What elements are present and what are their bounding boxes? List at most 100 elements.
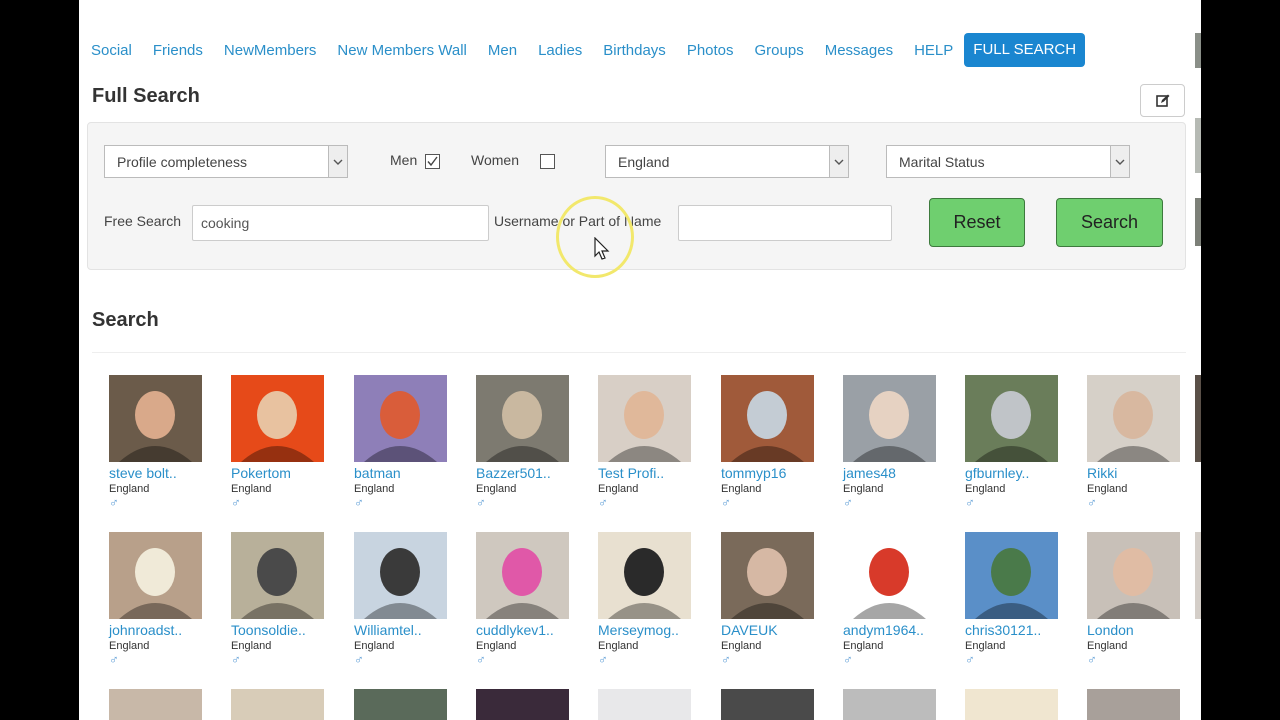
member-photo[interactable] xyxy=(231,532,324,619)
member-location: England xyxy=(476,483,517,495)
member-username-link[interactable]: batman xyxy=(354,465,464,481)
men-label: Men xyxy=(390,152,418,168)
member-username-link[interactable]: Pokertom xyxy=(231,465,341,481)
member-card: batman England ♂ xyxy=(354,375,464,525)
member-photo[interactable] xyxy=(109,532,202,619)
member-photo[interactable] xyxy=(721,532,814,619)
member-photo[interactable] xyxy=(1087,375,1180,462)
member-photo[interactable] xyxy=(965,689,1058,720)
nav-full-search[interactable]: FULL SEARCH xyxy=(964,33,1086,67)
men-checkbox[interactable] xyxy=(425,154,440,169)
member-photo[interactable] xyxy=(476,375,569,462)
member-photo[interactable] xyxy=(721,375,814,462)
nav-friends[interactable]: Friends xyxy=(153,42,203,59)
member-username-link[interactable]: johnroadst.. xyxy=(109,622,219,638)
divider xyxy=(92,352,1186,353)
member-card: james48 England ♂ xyxy=(843,375,953,525)
member-photo[interactable] xyxy=(1087,689,1180,720)
nav-groups[interactable]: Groups xyxy=(755,42,804,59)
member-username-link[interactable]: andym1964.. xyxy=(843,622,953,638)
member-photo[interactable] xyxy=(843,689,936,720)
free-search-input[interactable]: cooking xyxy=(192,205,489,241)
member-card: cuddlykev1.. England ♂ xyxy=(476,532,586,682)
search-button[interactable]: Search xyxy=(1056,198,1163,247)
member-card: chris30121.. England ♂ xyxy=(965,532,1075,682)
mouse-pointer-icon xyxy=(594,237,610,260)
nav-men[interactable]: Men xyxy=(488,42,517,59)
member-username-link[interactable]: Williamtel.. xyxy=(354,622,464,638)
member-username-link[interactable]: London xyxy=(1087,622,1197,638)
member-photo[interactable] xyxy=(965,375,1058,462)
member-username-link[interactable]: Test Profi.. xyxy=(598,465,708,481)
member-card: tommyp16 England ♂ xyxy=(721,375,831,525)
search-filter-panel: Profile completeness Men Women England M… xyxy=(87,122,1186,270)
nav-photos[interactable]: Photos xyxy=(687,42,734,59)
member-photo[interactable] xyxy=(476,532,569,619)
nav-new-members-wall[interactable]: New Members Wall xyxy=(337,42,466,59)
member-photo[interactable] xyxy=(598,375,691,462)
member-username-link[interactable]: Merseymog.. xyxy=(598,622,708,638)
edit-button[interactable] xyxy=(1140,84,1185,117)
nav-social[interactable]: Social xyxy=(91,42,132,59)
nav-help[interactable]: HELP xyxy=(914,42,953,59)
member-photo[interactable] xyxy=(354,532,447,619)
member-username-link[interactable]: steve bolt.. xyxy=(109,465,219,481)
member-location: England xyxy=(843,640,884,652)
male-symbol-icon: ♂ xyxy=(109,652,119,667)
nav-ladies[interactable]: Ladies xyxy=(538,42,582,59)
free-search-value: cooking xyxy=(201,215,250,231)
member-photo[interactable] xyxy=(231,375,324,462)
profile-completeness-select[interactable]: Profile completeness xyxy=(104,145,348,178)
male-symbol-icon: ♂ xyxy=(843,652,853,667)
member-location: England xyxy=(354,640,395,652)
country-value: England xyxy=(618,153,670,170)
member-photo[interactable] xyxy=(109,689,202,720)
reset-button[interactable]: Reset xyxy=(929,198,1025,247)
member-username-link[interactable]: Rikki xyxy=(1087,465,1197,481)
member-photo[interactable] xyxy=(965,532,1058,619)
member-username-link[interactable]: gfburnley.. xyxy=(965,465,1075,481)
member-username-link[interactable]: cuddlykev1.. xyxy=(476,622,586,638)
member-photo[interactable] xyxy=(598,689,691,720)
male-symbol-icon: ♂ xyxy=(231,652,241,667)
username-input[interactable] xyxy=(678,205,892,241)
male-symbol-icon: ♂ xyxy=(721,495,731,510)
member-photo[interactable] xyxy=(476,689,569,720)
member-photo[interactable] xyxy=(109,375,202,462)
member-location: England xyxy=(598,483,639,495)
member-photo[interactable] xyxy=(354,375,447,462)
member-location: England xyxy=(721,640,762,652)
member-photo[interactable] xyxy=(231,689,324,720)
nav-newmembers[interactable]: NewMembers xyxy=(224,42,317,59)
member-username-link[interactable]: chris30121.. xyxy=(965,622,1075,638)
country-select[interactable]: England xyxy=(605,145,849,178)
marital-status-select[interactable]: Marital Status xyxy=(886,145,1130,178)
checkmark-icon xyxy=(427,156,438,167)
member-photo[interactable] xyxy=(1087,532,1180,619)
member-username-link[interactable]: james48 xyxy=(843,465,953,481)
male-symbol-icon: ♂ xyxy=(354,652,364,667)
member-username-link[interactable]: tommyp16 xyxy=(721,465,831,481)
member-location: England xyxy=(965,483,1006,495)
member-photo[interactable] xyxy=(843,375,936,462)
member-username-link[interactable]: Toonsoldie.. xyxy=(231,622,341,638)
main-nav: Social Friends NewMembers New Members Wall M… xyxy=(91,33,1106,67)
chevron-down-icon xyxy=(829,146,848,177)
side-thumbnail xyxy=(1195,532,1201,619)
male-symbol-icon: ♂ xyxy=(1087,652,1097,667)
male-symbol-icon: ♂ xyxy=(721,652,731,667)
nav-birthdays[interactable]: Birthdays xyxy=(603,42,666,59)
member-card: Test Profi.. England ♂ xyxy=(598,375,708,525)
member-photo[interactable] xyxy=(598,532,691,619)
member-username-link[interactable]: DAVEUK xyxy=(721,622,831,638)
member-username-link[interactable]: Bazzer501.. xyxy=(476,465,586,481)
member-photo[interactable] xyxy=(354,689,447,720)
member-location: England xyxy=(231,640,272,652)
women-checkbox[interactable] xyxy=(540,154,555,169)
male-symbol-icon: ♂ xyxy=(598,495,608,510)
edit-icon xyxy=(1155,94,1169,107)
member-photo[interactable] xyxy=(843,532,936,619)
nav-messages[interactable]: Messages xyxy=(825,42,893,59)
results-title: Search xyxy=(92,309,159,331)
member-photo[interactable] xyxy=(721,689,814,720)
